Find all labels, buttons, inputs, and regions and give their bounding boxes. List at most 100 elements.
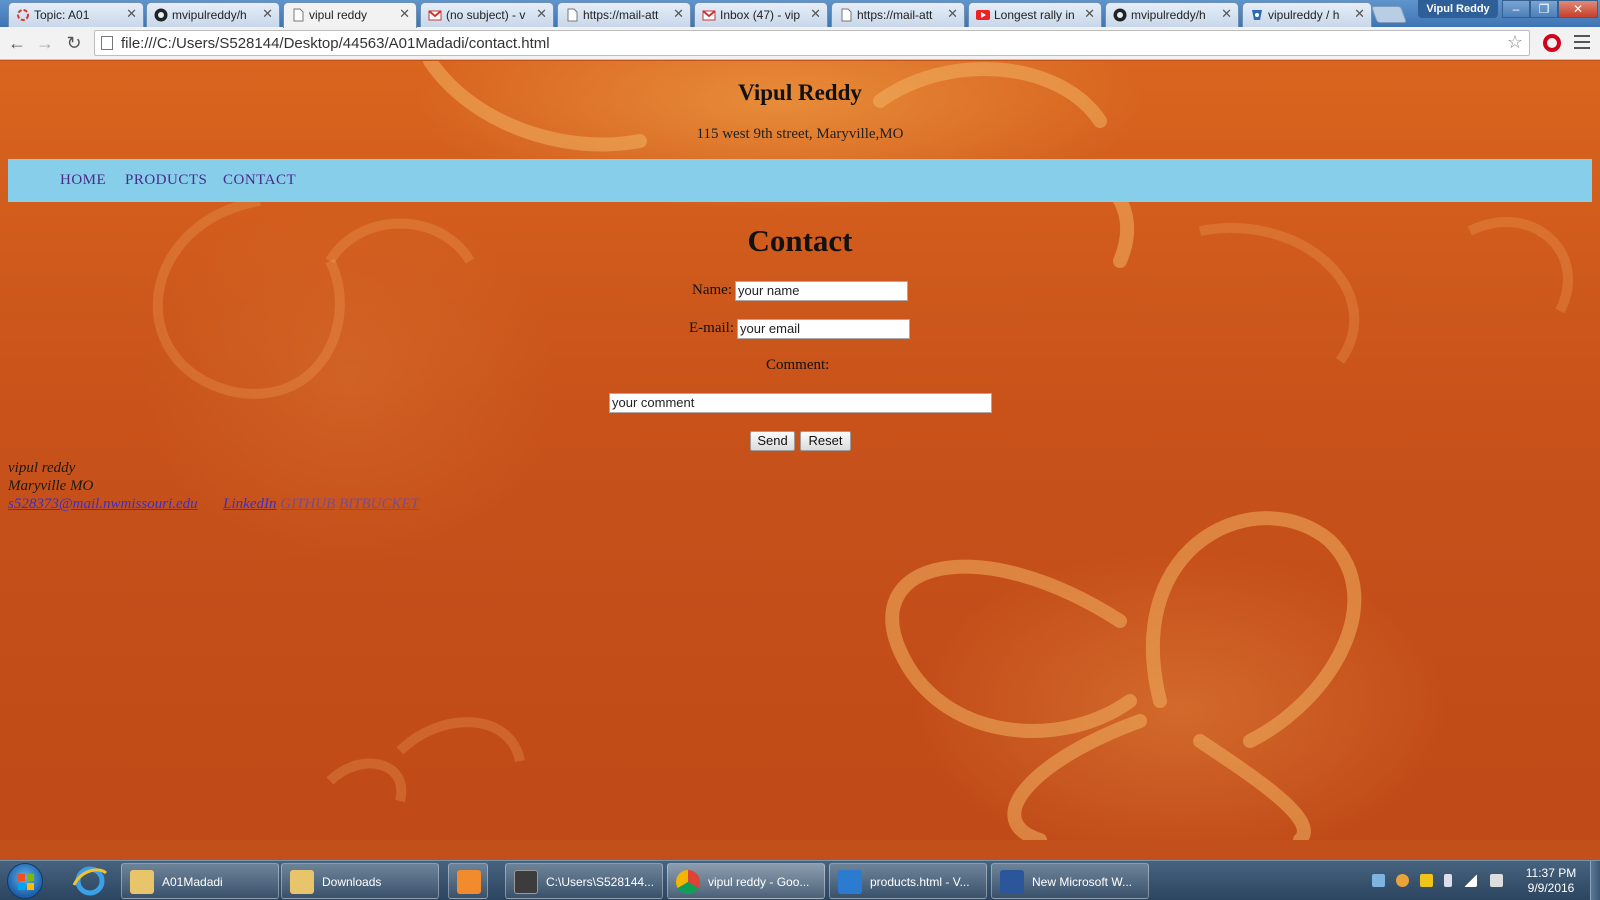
site-title: Vipul Reddy bbox=[738, 80, 862, 105]
close-tab-icon[interactable]: ✕ bbox=[262, 6, 273, 22]
menu-icon[interactable] bbox=[1574, 35, 1590, 53]
browser-tab-strip: Topic: A01 ✕ mvipulreddy/h ✕ vipul reddy… bbox=[0, 0, 1600, 28]
taskbar-item-active[interactable]: vipul reddy - Goo... bbox=[667, 863, 825, 899]
browser-tab[interactable]: (no subject) - v ✕ bbox=[420, 2, 554, 27]
browser-tab-title: vipul reddy bbox=[309, 8, 368, 22]
volume-icon[interactable] bbox=[1490, 874, 1503, 887]
clock-date: 9/9/2016 bbox=[1527, 881, 1575, 895]
taskbar-item[interactable] bbox=[448, 863, 488, 899]
send-button[interactable]: Send bbox=[750, 431, 795, 451]
close-tab-icon[interactable]: ✕ bbox=[1084, 6, 1095, 22]
close-window-icon[interactable]: ✕ bbox=[1558, 0, 1598, 18]
reload-icon[interactable]: ↻ bbox=[63, 32, 85, 54]
browser-tab[interactable]: https://mail-att ✕ bbox=[831, 2, 965, 27]
word-icon bbox=[1000, 870, 1024, 894]
restore-icon[interactable]: ❐ bbox=[1530, 0, 1558, 18]
profile-badge[interactable]: Vipul Reddy bbox=[1418, 0, 1498, 18]
page-icon bbox=[291, 8, 305, 22]
nav-link-contact[interactable]: CONTACT bbox=[223, 172, 296, 189]
chrome-icon bbox=[676, 870, 700, 894]
youtube-icon bbox=[976, 8, 990, 22]
browser-tab-title: vipulreddy / h bbox=[1268, 8, 1340, 22]
page-icon bbox=[839, 8, 853, 22]
browser-toolbar: ← → ↻ file:///C:/Users/S528144/Desktop/4… bbox=[0, 27, 1600, 60]
browser-tab[interactable]: Longest rally in ✕ bbox=[968, 2, 1102, 27]
taskbar-item[interactable]: A01Madadi bbox=[121, 863, 279, 899]
linkedin-link[interactable]: LinkedIn bbox=[223, 496, 276, 512]
address-bar-url[interactable]: file:///C:/Users/S528144/Desktop/44563/A… bbox=[121, 35, 550, 52]
folder-icon bbox=[290, 870, 314, 894]
github-icon bbox=[154, 8, 168, 22]
bookmark-star-icon[interactable]: ☆ bbox=[1507, 32, 1523, 53]
clock-time: 11:37 PM bbox=[1525, 866, 1577, 880]
close-tab-icon[interactable]: ✕ bbox=[1221, 6, 1232, 22]
browser-tab-title: https://mail-att bbox=[857, 8, 933, 22]
taskbar-item[interactable]: C:\Users\S528144... bbox=[505, 863, 663, 899]
gmail-icon bbox=[702, 8, 716, 22]
minimize-icon[interactable]: – bbox=[1502, 0, 1530, 18]
close-tab-icon[interactable]: ✕ bbox=[1354, 6, 1365, 22]
taskbar-item-label: Downloads bbox=[322, 875, 382, 889]
back-arrow-icon[interactable]: ← bbox=[6, 32, 28, 54]
close-tab-icon[interactable]: ✕ bbox=[810, 6, 821, 22]
browser-tab[interactable]: Topic: A01 ✕ bbox=[8, 2, 144, 27]
visual-studio-code-icon bbox=[838, 870, 862, 894]
name-field[interactable]: your name bbox=[735, 281, 908, 301]
nav-link-home[interactable]: HOME bbox=[60, 172, 106, 189]
site-address: 115 west 9th street, Maryville,MO bbox=[696, 126, 904, 142]
windows-start-icon[interactable] bbox=[7, 863, 43, 899]
bitbucket-icon bbox=[1250, 8, 1264, 22]
bitbucket-link[interactable]: BITBUCKET bbox=[339, 496, 419, 512]
browser-tab-title: https://mail-att bbox=[583, 8, 659, 22]
close-tab-icon[interactable]: ✕ bbox=[399, 6, 410, 22]
email-field[interactable]: your email bbox=[737, 319, 910, 339]
site-navbar: HOME PRODUCTS CONTACT bbox=[8, 159, 1592, 202]
close-tab-icon[interactable]: ✕ bbox=[536, 6, 547, 22]
page-footer: vipul reddy Maryville MO s528373@mail.nw… bbox=[8, 459, 419, 513]
taskbar-item-label: products.html - V... bbox=[870, 875, 970, 889]
network-tray-icon[interactable] bbox=[1372, 874, 1385, 887]
email-link[interactable]: s528373@mail.nwmissouri.edu bbox=[8, 496, 198, 512]
browser-tab-active[interactable]: vipul reddy ✕ bbox=[283, 2, 417, 28]
page-icon bbox=[565, 8, 579, 22]
security-tray-icon[interactable] bbox=[1420, 874, 1433, 887]
show-desktop-button[interactable] bbox=[1590, 861, 1600, 900]
signal-icon[interactable] bbox=[1464, 874, 1477, 887]
github-link[interactable]: GITHUB bbox=[280, 496, 335, 512]
footer-name: vipul reddy bbox=[8, 460, 76, 476]
new-tab-button[interactable] bbox=[1370, 6, 1408, 23]
cloud-tray-icon[interactable] bbox=[1396, 874, 1409, 887]
comment-field[interactable]: your comment bbox=[609, 393, 992, 413]
windows-taskbar: A01Madadi Downloads C:\Users\S528144... … bbox=[0, 860, 1600, 900]
internet-explorer-icon[interactable] bbox=[70, 865, 110, 897]
browser-tab[interactable]: mvipulreddy/h ✕ bbox=[1105, 2, 1239, 27]
browser-tab[interactable]: Inbox (47) - vip ✕ bbox=[694, 2, 828, 27]
taskbar-item[interactable]: products.html - V... bbox=[829, 863, 987, 899]
browser-tab[interactable]: mvipulreddy/h ✕ bbox=[146, 2, 280, 27]
page-viewport: Vipul Reddy 115 west 9th street, Maryvil… bbox=[0, 61, 1600, 840]
opera-extension-icon[interactable] bbox=[1543, 34, 1561, 52]
comment-label: Comment: bbox=[766, 357, 830, 373]
browser-tab-title: (no subject) - v bbox=[446, 8, 526, 22]
close-tab-icon[interactable]: ✕ bbox=[947, 6, 958, 22]
browser-tab[interactable]: vipulreddy / h ✕ bbox=[1242, 2, 1372, 27]
footer-links: s528373@mail.nwmissouri.edu LinkedIn GIT… bbox=[8, 495, 419, 513]
page-icon bbox=[101, 36, 113, 50]
forward-arrow-icon[interactable]: → bbox=[34, 32, 56, 54]
taskbar-item[interactable]: Downloads bbox=[281, 863, 439, 899]
battery-icon[interactable] bbox=[1444, 874, 1452, 887]
close-tab-icon[interactable]: ✕ bbox=[126, 6, 137, 22]
sublime-text-icon bbox=[514, 870, 538, 894]
github-icon bbox=[1113, 8, 1127, 22]
reset-button[interactable]: Reset bbox=[800, 431, 851, 451]
address-bar[interactable]: file:///C:/Users/S528144/Desktop/44563/A… bbox=[94, 30, 1530, 56]
system-clock[interactable]: 11:37 PM 9/9/2016 bbox=[1516, 866, 1586, 896]
nav-link-products[interactable]: PRODUCTS bbox=[125, 172, 207, 189]
media-player-icon bbox=[457, 870, 481, 894]
browser-tab[interactable]: https://mail-att ✕ bbox=[557, 2, 691, 27]
browser-tab-title: mvipulreddy/h bbox=[172, 8, 247, 22]
page-heading: Contact bbox=[747, 223, 853, 258]
close-tab-icon[interactable]: ✕ bbox=[673, 6, 684, 22]
taskbar-item[interactable]: New Microsoft W... bbox=[991, 863, 1149, 899]
browser-tab-title: Inbox (47) - vip bbox=[720, 8, 801, 22]
